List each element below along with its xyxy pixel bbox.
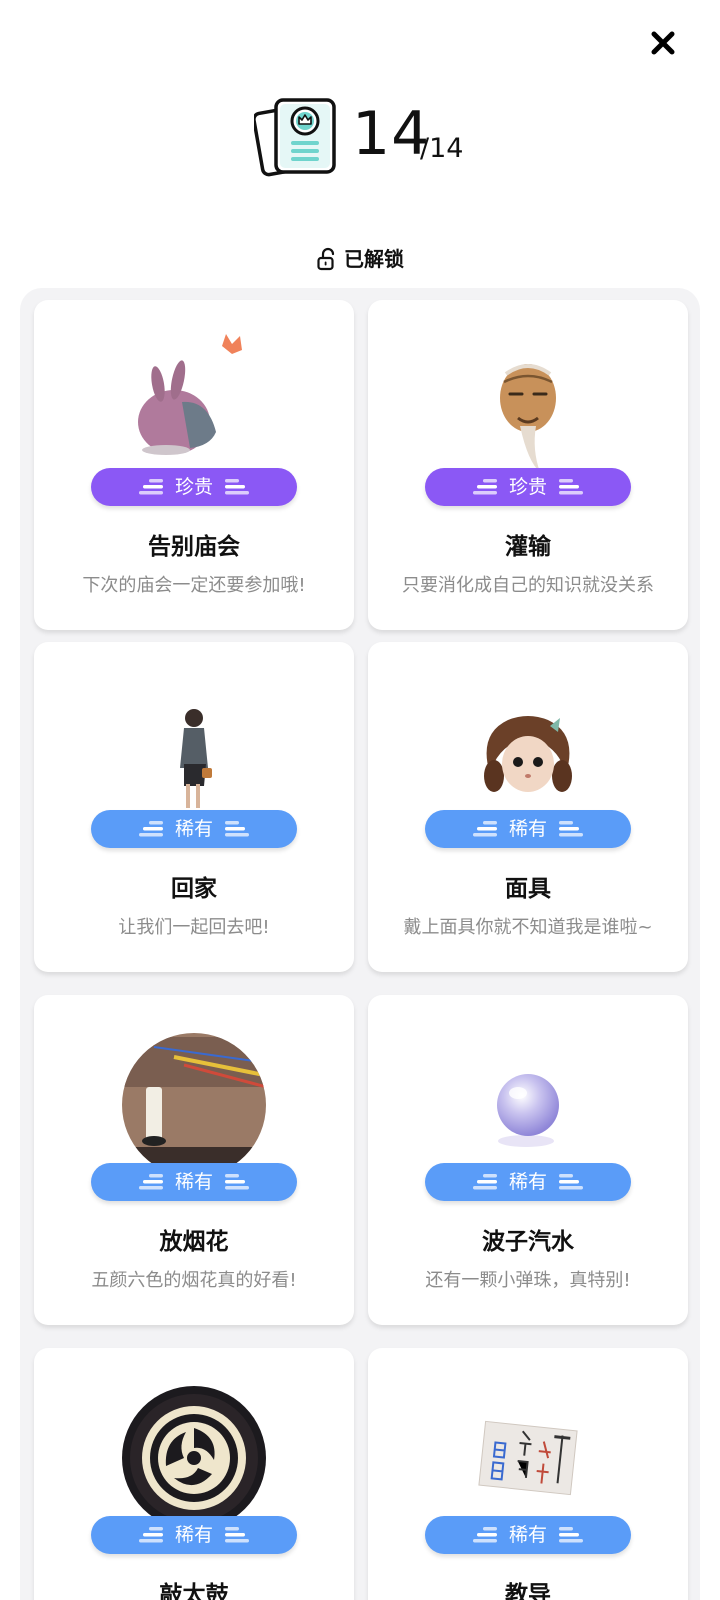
rarity-label: 稀有 bbox=[174, 818, 213, 840]
collected-count: 14 bbox=[352, 99, 431, 169]
badge-left-deco-icon bbox=[472, 479, 497, 495]
calligraphy-paper-icon bbox=[478, 1420, 578, 1496]
rarity-label: 稀有 bbox=[174, 1524, 213, 1546]
total-count: /14 bbox=[420, 133, 464, 164]
taiko-drum-icon bbox=[122, 1386, 266, 1530]
rarity-badge: 稀有 bbox=[91, 1163, 297, 1201]
collection-card[interactable]: 稀有 教导 bbox=[368, 1348, 688, 1600]
collection-card[interactable]: 稀有 放烟花 五颜六色的烟花真的好看! bbox=[34, 995, 354, 1325]
card-description: 五颜六色的烟花真的好看! bbox=[91, 1270, 297, 1291]
rarity-badge: 稀有 bbox=[91, 1516, 297, 1554]
card-description: 让我们一起回去吧! bbox=[118, 917, 270, 938]
card-title: 敲太鼓 bbox=[159, 1582, 229, 1600]
unlock-icon bbox=[317, 247, 335, 271]
badge-right-deco-icon bbox=[559, 479, 583, 495]
badge-left-deco-icon bbox=[138, 1527, 163, 1543]
collection-card[interactable]: 珍贵 告别庙会 下次的庙会一定还要参加哦! bbox=[34, 300, 354, 630]
badge-left-deco-icon bbox=[472, 1174, 497, 1190]
rarity-label: 珍贵 bbox=[174, 476, 213, 498]
badge-right-deco-icon bbox=[559, 821, 583, 837]
collection-card[interactable]: 稀有 敲太鼓 bbox=[34, 1348, 354, 1600]
collection-card[interactable]: 稀有 回家 让我们一起回去吧! bbox=[34, 642, 354, 972]
rarity-label: 稀有 bbox=[508, 1171, 547, 1193]
rarity-badge: 稀有 bbox=[91, 810, 297, 848]
badge-right-deco-icon bbox=[225, 1527, 249, 1543]
badge-right-deco-icon bbox=[225, 821, 249, 837]
card-title: 告别庙会 bbox=[148, 534, 240, 560]
badge-left-deco-icon bbox=[138, 821, 163, 837]
card-title: 波子汽水 bbox=[482, 1229, 574, 1255]
marble-icon bbox=[497, 1074, 559, 1147]
badge-right-deco-icon bbox=[559, 1527, 583, 1543]
badge-right-deco-icon bbox=[559, 1174, 583, 1190]
rarity-label: 珍贵 bbox=[508, 476, 547, 498]
rarity-badge: 稀有 bbox=[425, 1516, 631, 1554]
badge-left-deco-icon bbox=[472, 821, 497, 837]
collection-header: 14 /14 bbox=[0, 92, 720, 182]
card-description: 还有一颗小弹珠，真特别! bbox=[425, 1270, 631, 1291]
card-title: 面具 bbox=[505, 876, 551, 902]
rarity-badge: 稀有 bbox=[425, 810, 631, 848]
rarity-badge: 珍贵 bbox=[425, 468, 631, 506]
badge-left-deco-icon bbox=[472, 1527, 497, 1543]
close-icon bbox=[651, 31, 675, 55]
rarity-badge: 稀有 bbox=[425, 1163, 631, 1201]
unlocked-label: 已解锁 bbox=[344, 247, 404, 271]
collection-card[interactable]: 稀有 波子汽水 还有一颗小弹珠，真特别! bbox=[368, 995, 688, 1325]
card-title: 放烟花 bbox=[159, 1229, 229, 1255]
card-title: 灌输 bbox=[505, 534, 551, 560]
badge-left-deco-icon bbox=[138, 1174, 163, 1190]
card-description: 只要消化成自己的知识就没关系 bbox=[402, 575, 654, 596]
rarity-label: 稀有 bbox=[508, 818, 547, 840]
rabbit-figure-icon bbox=[138, 334, 242, 455]
collection-card[interactable]: 稀有 面具 戴上面具你就不知道我是谁啦~ bbox=[368, 642, 688, 972]
card-description: 下次的庙会一定还要参加哦! bbox=[82, 575, 306, 596]
collection-page: 14 /14 已解锁 珍贵 告别庙会 下次的庙会一定还要参加哦! 珍贵 灌输 只… bbox=[0, 0, 720, 1600]
doll-mask-icon bbox=[484, 716, 572, 792]
card-description: 戴上面具你就不知道我是谁啦~ bbox=[403, 917, 653, 938]
rarity-label: 稀有 bbox=[174, 1171, 213, 1193]
badge-right-deco-icon bbox=[225, 479, 249, 495]
fireworks-candle-icon bbox=[122, 1033, 266, 1177]
rarity-label: 稀有 bbox=[508, 1524, 547, 1546]
badge-right-deco-icon bbox=[225, 1174, 249, 1190]
girl-figure-icon bbox=[180, 709, 212, 814]
collection-card-icon bbox=[254, 98, 336, 177]
unlocked-section-header: 已解锁 bbox=[0, 244, 720, 274]
old-man-mask-icon bbox=[500, 364, 556, 472]
collection-card[interactable]: 珍贵 灌输 只要消化成自己的知识就没关系 bbox=[368, 300, 688, 630]
card-title: 教导 bbox=[505, 1582, 551, 1600]
rarity-badge: 珍贵 bbox=[91, 468, 297, 506]
badge-left-deco-icon bbox=[138, 479, 163, 495]
card-title: 回家 bbox=[171, 876, 217, 902]
close-button[interactable] bbox=[648, 28, 678, 58]
